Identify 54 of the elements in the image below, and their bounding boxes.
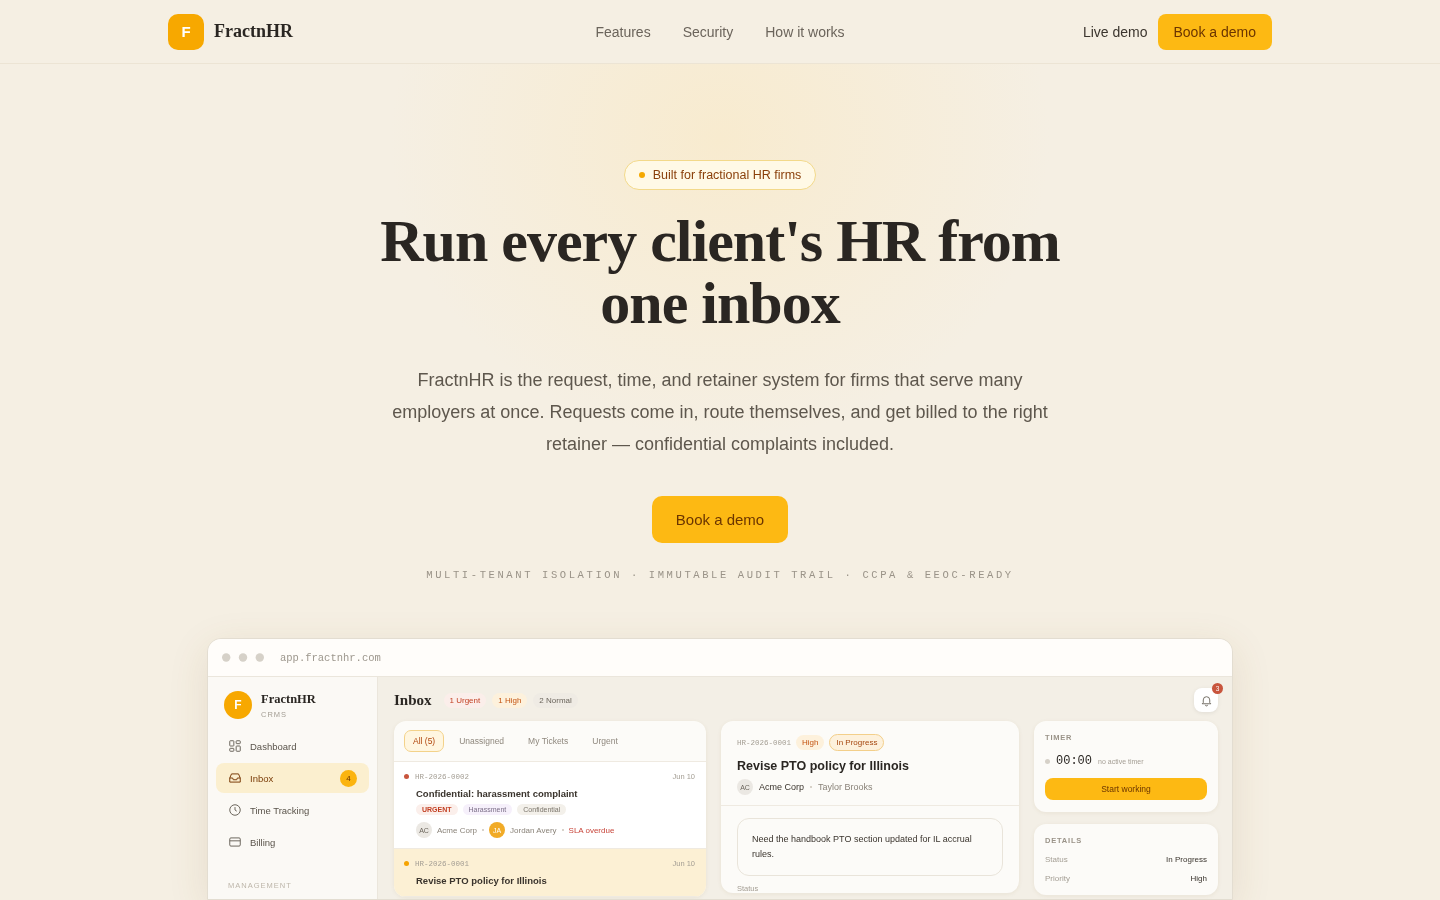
sidebar-item[interactable]: Billing [216, 827, 369, 857]
ticket-title: Revise PTO policy for Illinois [416, 875, 548, 886]
priority-pill: High [796, 735, 825, 750]
logo: F [168, 13, 204, 50]
card-icon [228, 835, 242, 849]
sidebar-item[interactable]: Time Tracking [216, 795, 369, 825]
detail-label: Priority [1045, 874, 1070, 883]
ticket-title: Revise PTO policy for Illinois [737, 759, 911, 773]
bell-icon [1199, 693, 1213, 707]
status-dot [1045, 758, 1050, 764]
inbox-icon [228, 771, 242, 785]
status-pill: In Progress [829, 734, 885, 751]
window-controls-icon [222, 653, 264, 662]
hero-title: Run every client's HR from one inbox [379, 210, 1061, 334]
filter-tab[interactable]: Unassigned [450, 730, 514, 752]
sidebar-item[interactable]: Inbox 4 [216, 763, 369, 793]
count-pill: 2 Normal [533, 692, 578, 708]
filter-tab[interactable]: My Tickets [519, 730, 578, 752]
dot-icon [638, 172, 645, 178]
timer-display: 00:00 [1056, 754, 1092, 768]
detail-value: High [1190, 874, 1207, 883]
assignee-name: Jordan Avery [510, 825, 557, 835]
filter-tab[interactable]: Urgent [583, 730, 627, 752]
client-name: Acme Corp [759, 782, 804, 792]
start-working-button[interactable]: Start working [1045, 778, 1207, 800]
detail-label: Status [1045, 855, 1068, 864]
feature-list: MULTI-TENANT ISOLATION · IMMUTABLE AUDIT TRAIL · CCPA & EEOC-READY [426, 569, 1014, 581]
count-pill: 1 Urgent [443, 692, 487, 708]
badge-text: Built for fractional HR firms [652, 168, 802, 182]
detail-value: In Progress [1166, 855, 1207, 864]
message-text: Need the handbook PTO section updated for IL accrual rules. [737, 818, 1003, 876]
nav-link[interactable]: How it works [765, 23, 845, 40]
logo: F [224, 691, 252, 719]
book-demo-button[interactable]: Book a demo [1157, 13, 1272, 50]
sidebar-item[interactable]: Dashboard [216, 731, 369, 761]
brand-name: FractnHR [214, 21, 293, 42]
page-title: Inbox [394, 691, 432, 709]
assignee-name: Taylor Brooks [818, 782, 873, 792]
nav-link[interactable]: Security [682, 23, 734, 40]
ticket-title: Confidential: harassment complaint [416, 788, 579, 799]
hero-description: FractnHR is the request, time, and retainer system for firms that serve many employers at once. Requests come in, route themselves, and get billed to the right retainer — confidential complaints included. [391, 369, 1049, 456]
url-text: app.fractnhr.com [280, 651, 381, 664]
sla-overdue-label: SLA overdue [568, 825, 615, 835]
nav-link[interactable]: Features [595, 23, 651, 40]
notification-button[interactable] [1194, 688, 1218, 712]
count-badge: 4 [340, 769, 357, 787]
live-demo-link[interactable]: Live demo [1082, 23, 1148, 40]
count-pill: 1 High [492, 692, 528, 708]
clock-icon [228, 803, 242, 817]
filter-tab[interactable]: All (5) [404, 730, 445, 752]
grid-icon [228, 739, 242, 753]
brand-name: FractnHR [261, 691, 316, 707]
client-name: Acme Corp [437, 825, 477, 835]
book-demo-button[interactable]: Book a demo [651, 496, 789, 543]
